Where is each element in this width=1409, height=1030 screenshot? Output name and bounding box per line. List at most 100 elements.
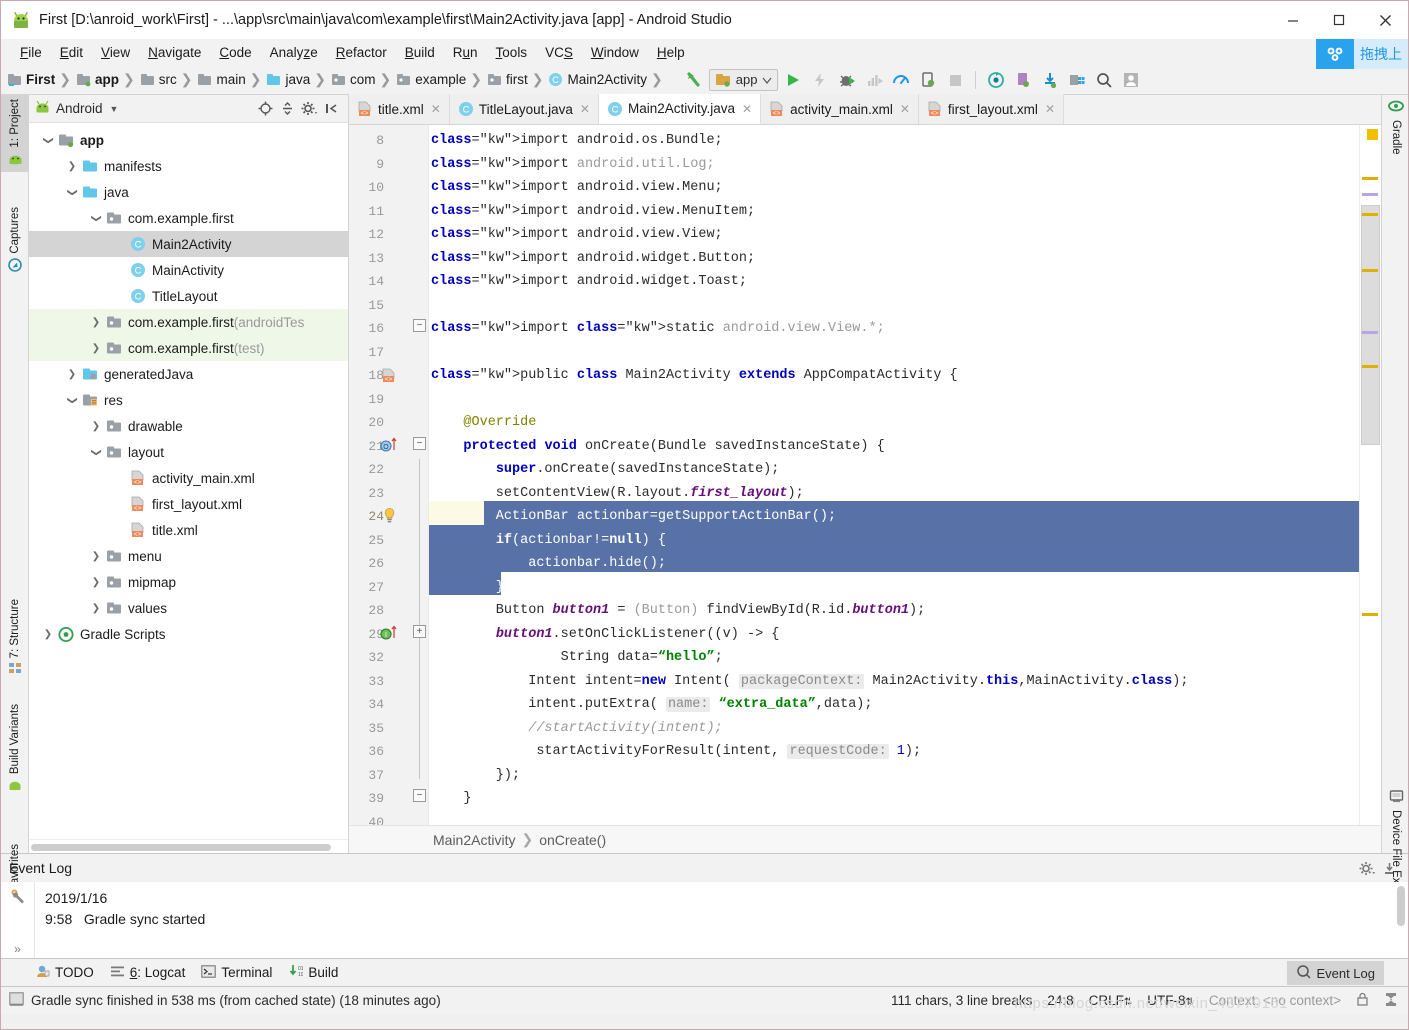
code-line[interactable]: class="kw">import android.widget.Toast; [429,270,1359,294]
editor-tab-first-layout-xml[interactable]: <> first_layout.xml ✕ [918,94,1064,124]
code-line[interactable] [429,388,1359,412]
attach-debugger-icon[interactable] [916,68,940,92]
code-line[interactable]: startActivityForResult(intent, requestCo… [429,740,1359,764]
tool-window-terminal[interactable]: Terminal [201,964,272,981]
breadcrumb-class[interactable]: Main2Activity [433,832,515,848]
code-line[interactable]: String data=“hello”; [429,646,1359,670]
code-line[interactable]: }); [429,764,1359,788]
fold-collapse-16[interactable]: − [413,319,426,332]
locate-icon[interactable] [254,98,276,120]
menu-refactor[interactable]: Refactor [327,43,396,62]
profiler-icon[interactable] [889,68,913,92]
status-encoding[interactable]: UTF-8⇅ [1147,993,1194,1008]
editor-tab-activity-main-xml[interactable]: <> activity_main.xml ✕ [761,94,919,124]
chevron-right-icon[interactable]: ❯ [87,551,105,562]
tree-node-manifests[interactable]: ❯ manifests [29,153,348,179]
tree-node-app[interactable]: ❯ app [29,127,348,153]
settings-icon[interactable] [298,98,320,120]
chevron-right-icon[interactable]: ❯ [87,317,105,328]
tree-node-title-xml[interactable]: <> title.xml [29,517,348,543]
error-stripe-indicator[interactable] [1367,129,1378,140]
lock-icon[interactable] [1356,992,1369,1009]
code-line[interactable]: protected void onCreate(Bundle savedInst… [429,435,1359,459]
apply-changes-icon[interactable] [808,68,832,92]
code-line[interactable]: if(actionbar!=null) { [429,529,1359,553]
code-line[interactable]: class="kw">import android.util.Log; [429,153,1359,177]
run-icon[interactable] [781,68,805,92]
run-configuration-selector[interactable]: app [708,68,779,91]
search-icon[interactable] [1092,68,1116,92]
code-line[interactable]: } [429,576,1359,600]
code-line[interactable]: class="kw">import android.view.MenuItem; [429,200,1359,224]
debug-icon[interactable] [835,68,859,92]
settings-icon[interactable] [1356,857,1378,879]
maximize-button[interactable] [1316,1,1362,39]
code-line[interactable]: class="kw">import android.view.Menu; [429,176,1359,200]
menu-build[interactable]: Build [396,43,444,62]
tree-node-com-example-first[interactable]: ❯ com.example.first (test) [29,335,348,361]
menu-view[interactable]: View [92,43,139,62]
breadcrumb-item-main[interactable]: main [197,72,246,87]
tree-node-java[interactable]: ❯ java [29,179,348,205]
code-line[interactable]: @Override [429,411,1359,435]
tool-window-event-log[interactable]: Event Log [1287,961,1384,985]
menu-vcs[interactable]: VCS [536,43,582,62]
user-icon[interactable] [1119,68,1143,92]
code-line[interactable]: class="kw">import android.view.View; [429,223,1359,247]
breadcrumb-item-com[interactable]: com [331,72,376,87]
collapse-all-icon[interactable] [276,98,298,120]
tool-window-logcat[interactable]: 6: Logcat [110,965,185,981]
scrollbar-thumb[interactable] [1361,205,1380,445]
chevron-right-icon[interactable]: ❯ [87,343,105,354]
menu-run[interactable]: Run [444,43,487,62]
code-line[interactable]: class="kw">import android.widget.Button; [429,247,1359,271]
chevron-right-icon[interactable]: ❯ [87,421,105,432]
sdk-manager-icon[interactable] [1038,68,1062,92]
stop-icon[interactable] [943,68,967,92]
tree-node-gradle-scripts[interactable]: ❯ Gradle Scripts [29,621,348,647]
editor-tab-title-xml[interactable]: <> title.xml ✕ [349,94,450,124]
tree-node-mipmap[interactable]: ❯ mipmap [29,569,348,595]
sync-gradle-icon[interactable] [984,68,1008,92]
sidebar-item-gradle[interactable]: Gradle [1382,95,1409,159]
status-context[interactable]: Context: <no context> [1209,993,1341,1008]
code-line[interactable]: button1.setOnClickListener((v) -> { [429,623,1359,647]
chevron-right-icon[interactable]: ❯ [87,603,105,614]
close-button[interactable] [1362,1,1408,39]
tree-node-com-example-first[interactable]: ❯ com.example.first [29,205,348,231]
tree-node-layout[interactable]: ❯ layout [29,439,348,465]
editor-tab-main2activity-java[interactable]: C Main2Activity.java ✕ [598,94,762,124]
editor-gutter[interactable]: − − + − 8 9 10 11 12 13 14 15 16 17 18 19 20 21 22 23 24… [349,125,429,825]
close-icon[interactable]: ✕ [900,102,910,116]
chevron-down-icon[interactable]: ❯ [67,183,78,201]
tree-node-menu[interactable]: ❯ menu [29,543,348,569]
chevron-down-icon[interactable]: ❯ [67,391,78,409]
code-line[interactable]: class="kw">public class Main2Activity ex… [429,364,1359,388]
code-line[interactable]: ActionBar actionbar=getSupportActionBar(… [429,505,1359,529]
ad-banner[interactable]: 拖拽上 [1316,39,1408,69]
tree-node-values[interactable]: ❯ values [29,595,348,621]
tree-node-activity-main-xml[interactable]: <> activity_main.xml [29,465,348,491]
override-method-icon[interactable]: O [379,436,399,456]
tool-window-build[interactable]: 01 10 Build [288,964,338,981]
tree-node-first-layout-xml[interactable]: <> first_layout.xml [29,491,348,517]
run-with-coverage-icon[interactable] [862,68,886,92]
chevron-down-icon[interactable]: ❯ [91,209,102,227]
breadcrumb-item-first[interactable]: First [7,72,55,87]
tool-window-todo[interactable]: TODO [35,964,94,981]
fold-collapse-21[interactable]: − [413,437,426,450]
tree-node-com-example-first[interactable]: ❯ com.example.first (androidTes [29,309,348,335]
code-line[interactable]: super.onCreate(savedInstanceState); [429,458,1359,482]
code-line[interactable]: class="kw">import android.os.Bundle; [429,129,1359,153]
sidebar-item-captures[interactable]: Captures [1,203,29,279]
tree-node-mainactivity[interactable]: C MainActivity [29,257,348,283]
chevron-right-icon[interactable]: ❯ [87,577,105,588]
code-line[interactable]: Button button1 = (Button) findViewById(R… [429,599,1359,623]
editor-tab-titlelayout-java[interactable]: C TitleLayout.java ✕ [449,94,599,124]
code-line[interactable]: //startActivity(intent); [429,717,1359,741]
chevron-down-icon[interactable]: ❯ [91,443,102,461]
fold-collapse-39[interactable]: − [413,789,426,802]
code-line[interactable] [429,341,1359,365]
avd-manager-icon[interactable] [1011,68,1035,92]
breadcrumb-method[interactable]: onCreate() [539,832,606,848]
